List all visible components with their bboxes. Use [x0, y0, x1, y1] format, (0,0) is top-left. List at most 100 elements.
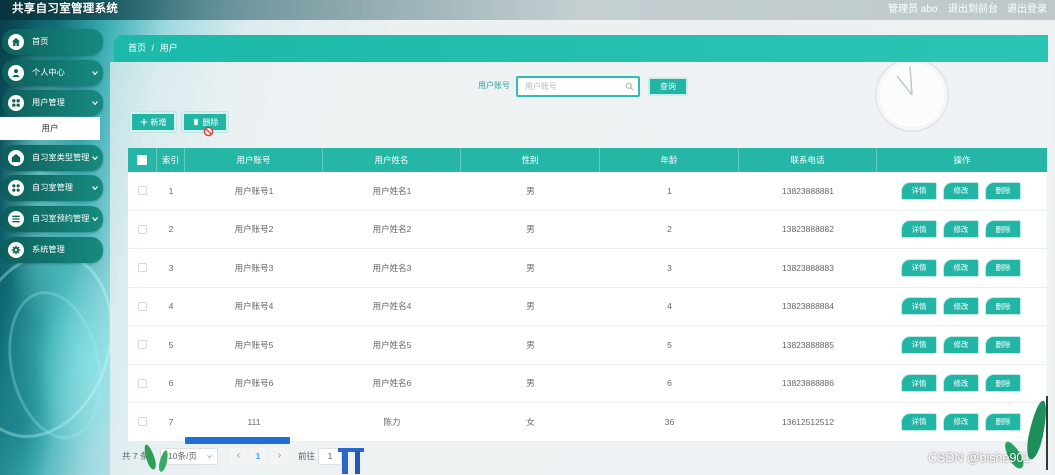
sidebar-item-label: 自习室类型管理: [32, 153, 90, 162]
detail-button[interactable]: 详情: [901, 374, 937, 393]
cell-name: 用户姓名4: [372, 301, 412, 312]
cell-gender: 男: [526, 339, 535, 350]
edit-button[interactable]: 修改: [943, 412, 979, 431]
row-actions: 详情 修改 删除: [877, 326, 1047, 364]
detail-button[interactable]: 详情: [901, 335, 937, 354]
cell-phone: 13823888885: [781, 339, 834, 350]
cell-age: 5: [667, 339, 672, 350]
breadcrumb-home[interactable]: 首页: [128, 43, 146, 53]
list-icon: [8, 211, 24, 227]
sidebar-item-home[interactable]: 首页: [2, 29, 103, 55]
row-actions: 详情 修改 删除: [877, 288, 1047, 326]
decor-plant-stem: [1046, 396, 1048, 470]
detail-button[interactable]: 详情: [901, 220, 937, 239]
cell-index: 5: [168, 339, 174, 350]
delete-row-button[interactable]: 删除: [985, 335, 1021, 354]
grid-icon: [8, 95, 24, 111]
column-header-phone: 联系电话: [739, 148, 877, 172]
delete-row-button[interactable]: 删除: [985, 258, 1021, 277]
cell-age: 6: [667, 378, 672, 389]
cell-phone: 13823888883: [781, 262, 834, 273]
decor-blue-stand: [355, 451, 360, 474]
clock-decoration: [875, 58, 949, 132]
row-checkbox[interactable]: [138, 186, 147, 196]
cell-gender: 男: [526, 224, 535, 235]
delete-row-button[interactable]: 删除: [985, 220, 1021, 239]
chevron-down-icon: [90, 98, 100, 108]
detail-button[interactable]: 详情: [901, 412, 937, 431]
sidebar-item-reservation-management[interactable]: 自习室预约管理: [2, 206, 103, 232]
search-button[interactable]: 查询: [648, 77, 688, 96]
page-size-select[interactable]: 10条/页: [160, 448, 218, 465]
sidebar-subitem-users[interactable]: 用户: [0, 117, 100, 140]
table-row: 1 用户账号1 用户姓名1 男 1 13823888881 详情 修改 删除: [128, 172, 1047, 211]
decor-blue-stand: [342, 451, 348, 474]
add-button[interactable]: 新增: [130, 112, 176, 132]
edit-button[interactable]: 修改: [943, 297, 979, 316]
sidebar-item-system-management[interactable]: 系统管理: [2, 237, 103, 263]
row-checkbox[interactable]: [138, 263, 147, 273]
chevron-down-icon: [90, 183, 100, 193]
sidebar-item-room-type-management[interactable]: 自习室类型管理: [2, 145, 103, 171]
sidebar-item-room-management[interactable]: 自习室管理: [2, 175, 103, 201]
cell-name: 陈力: [383, 416, 401, 427]
delete-row-button[interactable]: 删除: [985, 374, 1021, 393]
sidebar-item-profile[interactable]: 个人中心: [2, 60, 103, 86]
row-checkbox[interactable]: [138, 378, 147, 388]
not-allowed-cursor-icon: [203, 126, 214, 137]
edit-button[interactable]: 修改: [943, 335, 979, 354]
app-title: 共享自习室管理系统: [12, 3, 119, 15]
row-select-cell: [128, 172, 157, 210]
breadcrumb-current: 用户: [159, 43, 178, 53]
edit-button[interactable]: 修改: [943, 258, 979, 277]
detail-button[interactable]: 详情: [901, 258, 937, 277]
cell-account: 111: [247, 416, 261, 427]
edit-button[interactable]: 修改: [943, 181, 979, 200]
sidebar-item-label: 自习室预约管理: [32, 214, 90, 223]
select-all-checkbox[interactable]: [137, 155, 147, 165]
page-number-current[interactable]: 1: [249, 448, 267, 465]
edit-button[interactable]: 修改: [943, 374, 979, 393]
cell-name: 用户姓名3: [372, 262, 412, 273]
edit-button[interactable]: 修改: [943, 220, 979, 239]
row-checkbox[interactable]: [138, 340, 147, 350]
next-page-button[interactable]: [270, 448, 288, 465]
cell-index: 3: [168, 262, 174, 273]
chevron-down-icon: [90, 153, 100, 163]
cell-gender: 男: [526, 378, 535, 389]
page-size-value: 10条/页: [168, 451, 197, 461]
cell-name: 用户姓名2: [372, 224, 412, 235]
top-bar: 共享自习室管理系统 管理员 abo 退出到前台 退出登录: [0, 0, 1055, 20]
search-icon: [625, 82, 634, 91]
row-checkbox[interactable]: [138, 301, 147, 311]
detail-button[interactable]: 详情: [901, 181, 937, 200]
column-header-name: 用户姓名: [323, 148, 461, 172]
detail-button[interactable]: 详情: [901, 297, 937, 316]
cell-name: 用户姓名6: [372, 378, 412, 389]
row-select-cell: [128, 249, 157, 287]
cell-age: 1: [667, 185, 672, 196]
sidebar-item-user-management[interactable]: 用户管理: [2, 90, 103, 116]
column-header-account: 用户账号: [185, 148, 323, 172]
back-to-front-link[interactable]: 退出到前台: [948, 1, 998, 19]
table-row: 3 用户账号3 用户姓名3 男 3 13823888883 详情 修改 删除: [128, 249, 1047, 288]
row-checkbox[interactable]: [138, 224, 147, 234]
cell-age: 2: [667, 224, 672, 235]
cell-account: 用户账号1: [234, 185, 274, 196]
logout-link[interactable]: 退出登录: [1007, 1, 1047, 19]
row-checkbox[interactable]: [138, 417, 147, 427]
chevron-down-icon: [207, 455, 212, 459]
grid-icon: [8, 180, 24, 196]
cell-phone: 13823888882: [781, 224, 834, 235]
prev-page-button[interactable]: [229, 448, 247, 465]
delete-row-button[interactable]: 删除: [985, 181, 1021, 200]
table-header: 索引 用户账号 用户姓名 性别 年龄 联系电话 操作: [128, 148, 1047, 172]
cell-index: 6: [168, 378, 174, 389]
delete-row-button[interactable]: 删除: [985, 297, 1021, 316]
search-input[interactable]: [518, 78, 638, 95]
row-actions: 详情 修改 删除: [877, 403, 1047, 441]
search-field: [516, 76, 640, 97]
cell-gender: 女: [526, 416, 535, 427]
delete-row-button[interactable]: 删除: [985, 412, 1021, 431]
cell-phone: 13612512512: [781, 416, 834, 427]
